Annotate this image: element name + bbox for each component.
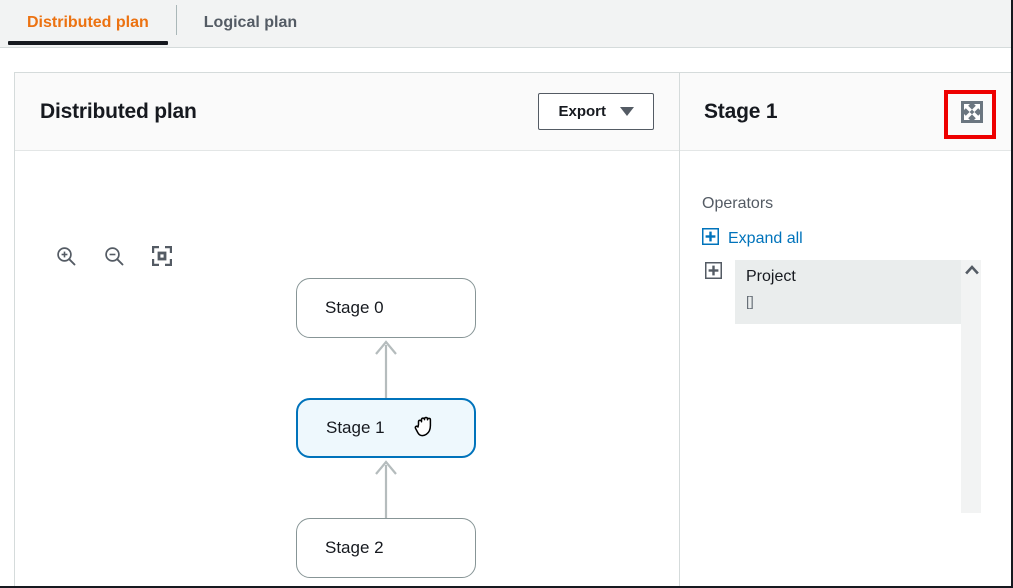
tab-bar: Distributed plan Logical plan xyxy=(0,0,1013,48)
tab-distributed-plan[interactable]: Distributed plan xyxy=(0,0,176,45)
stage-node-1-label: Stage 1 xyxy=(326,418,385,438)
tab-logical-plan[interactable]: Logical plan xyxy=(177,0,324,45)
tab-logical-plan-label: Logical plan xyxy=(204,14,297,32)
stage-node-1[interactable]: Stage 1 xyxy=(296,398,476,458)
operator-detail: [] xyxy=(746,293,961,309)
stage-details-title: Stage 1 xyxy=(704,100,777,124)
operator-name: Project xyxy=(746,268,961,286)
tab-distributed-plan-label: Distributed plan xyxy=(27,14,149,32)
distributed-plan-pane: Distributed plan Export xyxy=(15,73,680,586)
export-button[interactable]: Export xyxy=(538,93,654,130)
tab-bar-underline xyxy=(0,47,1013,48)
expand-all-plus-icon xyxy=(702,228,719,250)
page-root: Distributed plan Logical plan Distribute… xyxy=(0,0,1013,588)
stage-node-2-label: Stage 2 xyxy=(325,538,384,558)
chevron-down-icon xyxy=(620,107,634,116)
operator-expand-plus-icon[interactable] xyxy=(705,262,722,279)
plan-card: Distributed plan Export xyxy=(14,72,1011,586)
stage-node-2[interactable]: Stage 2 xyxy=(296,518,476,578)
page-title: Distributed plan xyxy=(40,100,197,124)
expand-all-link[interactable]: Expand all xyxy=(702,228,803,250)
stage-node-0[interactable]: Stage 0 xyxy=(296,278,476,338)
stage-details-header: Stage 1 xyxy=(680,73,1011,151)
stage-node-0-label: Stage 0 xyxy=(325,298,384,318)
chevron-up-icon[interactable] xyxy=(963,261,981,279)
operators-scrollbar[interactable] xyxy=(961,260,981,513)
expand-arrows-icon[interactable] xyxy=(957,97,987,127)
expand-all-label: Expand all xyxy=(728,230,803,248)
operator-list-item[interactable]: Project [] xyxy=(735,260,961,324)
operators-label: Operators xyxy=(702,195,773,213)
distributed-plan-header: Distributed plan Export xyxy=(15,73,679,151)
export-button-label: Export xyxy=(558,103,606,120)
plan-graph: Stage 0 Stage 1 Stage 2 xyxy=(15,173,679,586)
